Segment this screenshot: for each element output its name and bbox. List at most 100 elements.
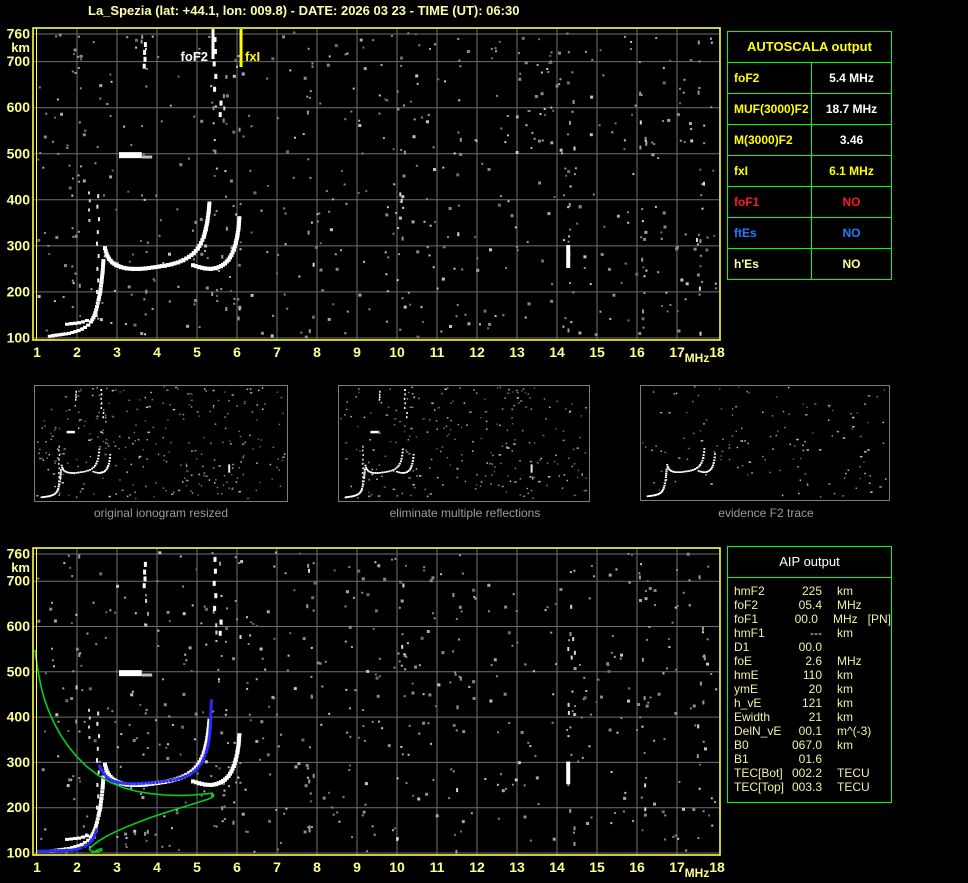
- aip-unit: km: [837, 626, 853, 640]
- svg-text:8: 8: [313, 859, 321, 875]
- svg-text:7: 7: [273, 344, 281, 360]
- svg-text:14: 14: [549, 859, 565, 875]
- aip-value: 225: [801, 584, 822, 598]
- autoscala-param-label: foF1: [728, 187, 812, 217]
- autoscala-output-table: AUTOSCALA output foF2 5.4 MHz MUF(3000)F2 1…: [727, 31, 892, 280]
- svg-text:2: 2: [73, 859, 81, 875]
- svg-text:13: 13: [509, 344, 525, 360]
- autoscala-row-muf3000f2: MUF(3000)F2 18.7 MHz: [728, 94, 891, 125]
- svg-text:500: 500: [7, 663, 31, 679]
- aip-row-hmf1: hmF1 --- km: [734, 626, 891, 640]
- thumbnail-evidence-image: [640, 385, 890, 501]
- svg-text:4: 4: [153, 344, 161, 360]
- svg-text:600: 600: [7, 618, 31, 634]
- aip-value: 2.6: [805, 654, 822, 668]
- aip-row-foe: foE 2.6 MHz: [734, 654, 891, 668]
- aip-table-title: AIP output: [728, 547, 891, 578]
- thumbnail-original-ionogram: [34, 385, 288, 502]
- autoscala-param-value: 5.4 MHz: [829, 71, 874, 85]
- aip-table-body: hmF2 225 km foF2 05.4 MHz foF1 00.0 MHz [PN] hmF1 -…: [728, 578, 891, 802]
- thumbnail-caption-original: original ionogram resized: [93, 506, 229, 520]
- aip-label: TEC[Bot]: [734, 766, 783, 780]
- svg-text:11: 11: [430, 344, 445, 360]
- autoscala-table-title: AUTOSCALA output: [728, 32, 891, 63]
- aip-row-ewidth: Ewidth 21 km: [734, 710, 891, 724]
- aip-label: foF1: [734, 612, 759, 626]
- aip-unit: m^(-3): [837, 724, 872, 738]
- svg-text:7: 7: [273, 859, 281, 875]
- aip-value: 21: [808, 710, 822, 724]
- station-title: La_Spezia (lat: +44.1, lon: 009.8) - DAT…: [88, 3, 520, 18]
- aip-unit: km: [837, 696, 853, 710]
- aip-label: Ewidth: [734, 710, 771, 724]
- svg-text:200: 200: [7, 283, 31, 299]
- aip-value: 00.1: [798, 724, 822, 738]
- aip-row-delnve: DelN_vE 00.1 m^(-3): [734, 724, 891, 738]
- autoscala-row-m3000f2: M(3000)F2 3.46: [728, 125, 891, 156]
- autoscala-param-value: NO: [842, 226, 861, 240]
- svg-text:MHz: MHz: [685, 351, 710, 365]
- svg-text:5: 5: [193, 344, 201, 360]
- aip-label: ymE: [734, 682, 758, 696]
- aip-row-hme: hmE 110 km: [734, 668, 891, 682]
- aip-unit: km: [837, 710, 853, 724]
- svg-text:1: 1: [33, 859, 41, 875]
- svg-text:km: km: [11, 40, 30, 55]
- aip-label: B0: [734, 738, 749, 752]
- autoscala-param-value: 3.46: [839, 133, 864, 147]
- aip-value: 01.6: [798, 752, 822, 766]
- svg-text:12: 12: [469, 344, 485, 360]
- svg-text:700: 700: [7, 53, 31, 69]
- svg-text:11: 11: [430, 859, 445, 875]
- svg-text:16: 16: [629, 859, 645, 875]
- svg-text:2: 2: [73, 344, 81, 360]
- aip-label: hmE: [734, 668, 759, 682]
- svg-text:foF2: foF2: [181, 49, 208, 64]
- svg-text:13: 13: [509, 859, 525, 875]
- aip-row-hmf2: hmF2 225 km: [734, 584, 891, 598]
- svg-text:300: 300: [7, 754, 31, 770]
- aip-unit: TECU: [837, 766, 870, 780]
- autoscala-row-fof1: foF1 NO: [728, 187, 891, 218]
- svg-text:500: 500: [7, 145, 31, 161]
- aip-label: D1: [734, 640, 750, 654]
- aip-row-tecbot: TEC[Bot] 002.2 TECU: [734, 766, 891, 780]
- aip-value: 002.2: [791, 766, 822, 780]
- aip-label: h_vE: [734, 696, 762, 710]
- svg-text:100: 100: [7, 330, 31, 346]
- aip-label: hmF2: [734, 584, 765, 598]
- svg-text:400: 400: [7, 709, 31, 725]
- svg-text:6: 6: [233, 344, 241, 360]
- aip-row-b1: B1 01.6: [734, 752, 891, 766]
- svg-text:9: 9: [353, 344, 361, 360]
- svg-text:8: 8: [313, 344, 321, 360]
- bottom-ionogram-plot: 760700600500400300200100km1 2 3 4 5 6 7 8 9 10 11 1…: [7, 546, 725, 881]
- svg-text:14: 14: [549, 344, 565, 360]
- thumbnail-evidence-f2: [640, 385, 894, 502]
- aip-value: 110: [802, 668, 822, 682]
- thumbnail-caption-evidence: evidence F2 trace: [718, 506, 814, 520]
- aip-unit: MHz: [837, 654, 862, 668]
- aip-label: foE: [734, 654, 753, 668]
- aip-label: B1: [734, 752, 749, 766]
- autoscala-row-ftes: ftEs NO: [728, 218, 891, 249]
- autoscala-row-fxi: fxI 6.1 MHz: [728, 156, 891, 187]
- svg-text:fxI: fxI: [245, 49, 260, 64]
- svg-text:400: 400: [7, 191, 31, 207]
- aip-value: ---: [810, 626, 822, 640]
- aip-row-fof2: foF2 05.4 MHz: [734, 598, 891, 612]
- aip-label: hmF1: [734, 626, 765, 640]
- autoscala-param-label: h'Es: [728, 249, 812, 279]
- aip-value: 121: [801, 696, 822, 710]
- svg-text:17: 17: [669, 859, 685, 875]
- aip-unit: km: [837, 682, 853, 696]
- svg-text:700: 700: [7, 573, 31, 589]
- aip-row-b0: B0 067.0 km: [734, 738, 891, 752]
- top-ionogram-plot: 760700600500400300200100km1 2 3 4 5 6 7 8 9 10 11 1…: [7, 26, 725, 366]
- autoscala-param-value: NO: [842, 257, 861, 271]
- aip-unit: km: [837, 668, 853, 682]
- svg-text:300: 300: [7, 237, 31, 253]
- svg-text:18: 18: [709, 344, 725, 360]
- autoscala-param-label: MUF(3000)F2: [728, 94, 812, 124]
- svg-text:9: 9: [353, 859, 361, 875]
